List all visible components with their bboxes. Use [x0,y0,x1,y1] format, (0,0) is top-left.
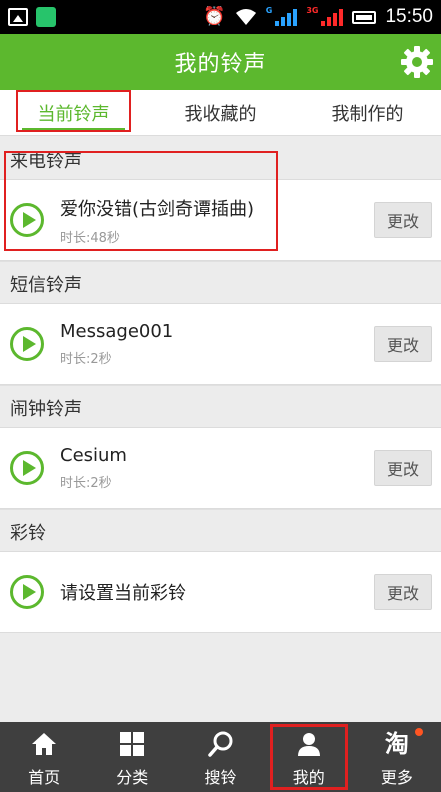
title-bar: 我的铃声 [0,34,441,90]
notification-dot [415,728,424,736]
nav-label: 我的 [292,768,325,787]
ringtone-duration: 时长:48秒 [60,230,120,246]
nav-more[interactable]: 淘 更多 [353,722,441,792]
ringtone-name: 爱你没错(古剑奇谭插曲) [60,198,255,220]
bottom-nav: 首页 分类 搜铃 我的 淘 更多 [0,722,441,792]
clock: 15:50 [385,6,433,27]
search-icon [207,731,232,757]
ringtone-duration: 时长:2秒 [60,352,112,367]
tab-favorites[interactable]: 我收藏的 [147,90,294,135]
nav-label: 分类 [116,768,149,787]
grid-icon [120,732,145,756]
nav-search[interactable]: 搜铃 [176,722,264,792]
signal-icon [275,8,298,26]
change-button[interactable]: 更改 [374,326,432,362]
taobao-icon: 淘 [384,729,409,758]
user-icon [297,733,320,756]
change-button[interactable]: 更改 [374,202,432,238]
list-item-crbt: 请设置当前彩铃 更改 [0,551,441,633]
nav-label: 首页 [28,768,61,787]
nav-label: 搜铃 [204,768,237,787]
list-item-alarm-ringtone: Cesium 时长:2秒 更改 [0,427,441,509]
app-notification-icon [36,7,56,27]
gear-icon[interactable] [399,44,435,80]
alarm-icon: ⏰ [203,6,226,27]
section-header-alarm: 闹钟铃声 [0,385,441,427]
list-item-sms-ringtone: Message001 时长:2秒 更改 [0,303,441,385]
image-icon [8,8,28,26]
nav-label: 更多 [380,768,413,787]
wifi-icon [235,9,256,25]
change-button[interactable]: 更改 [374,574,432,610]
net-type-label: G [265,6,273,15]
section-header-sms: 短信铃声 [0,261,441,303]
ringtone-info: 爱你没错(古剑奇谭插曲) 时长:48秒 [60,195,374,246]
net-type-3g-label: 3G [306,6,319,15]
play-icon[interactable] [10,575,44,609]
change-button[interactable]: 更改 [374,450,432,486]
tab-current-ringtone[interactable]: 当前铃声 [0,90,147,135]
tab-my-creations[interactable]: 我制作的 [294,90,441,135]
ringtone-name: Message001 [60,321,174,342]
ringtone-list: 来电铃声 爱你没错(古剑奇谭插曲) 时长:48秒 更改 短信铃声 Message… [0,137,441,633]
play-icon[interactable] [10,203,44,237]
ringtone-name: Cesium [60,445,127,466]
ringtone-duration: 时长:2秒 [60,476,112,491]
ringtone-info: Message001 时长:2秒 [60,321,374,367]
nav-mine[interactable]: 我的 [265,722,353,792]
nav-home[interactable]: 首页 [0,722,88,792]
section-header-call: 来电铃声 [0,137,441,179]
list-item-call-ringtone: 爱你没错(古剑奇谭插曲) 时长:48秒 更改 [0,179,441,261]
signal-3g-icon [321,8,344,26]
home-icon [32,733,57,755]
tab-bar: 当前铃声 我收藏的 我制作的 [0,90,441,136]
ringtone-info: 请设置当前彩铃 [60,579,374,605]
section-header-crbt: 彩铃 [0,509,441,551]
nav-category[interactable]: 分类 [88,722,176,792]
play-icon[interactable] [10,327,44,361]
battery-icon [352,10,377,24]
ringtone-name: 请设置当前彩铃 [60,583,186,604]
page-title: 我的铃声 [174,52,267,77]
ringtone-info: Cesium 时长:2秒 [60,445,374,491]
play-icon[interactable] [10,451,44,485]
status-bar: ⏰ G 3G 15:50 [0,0,441,34]
